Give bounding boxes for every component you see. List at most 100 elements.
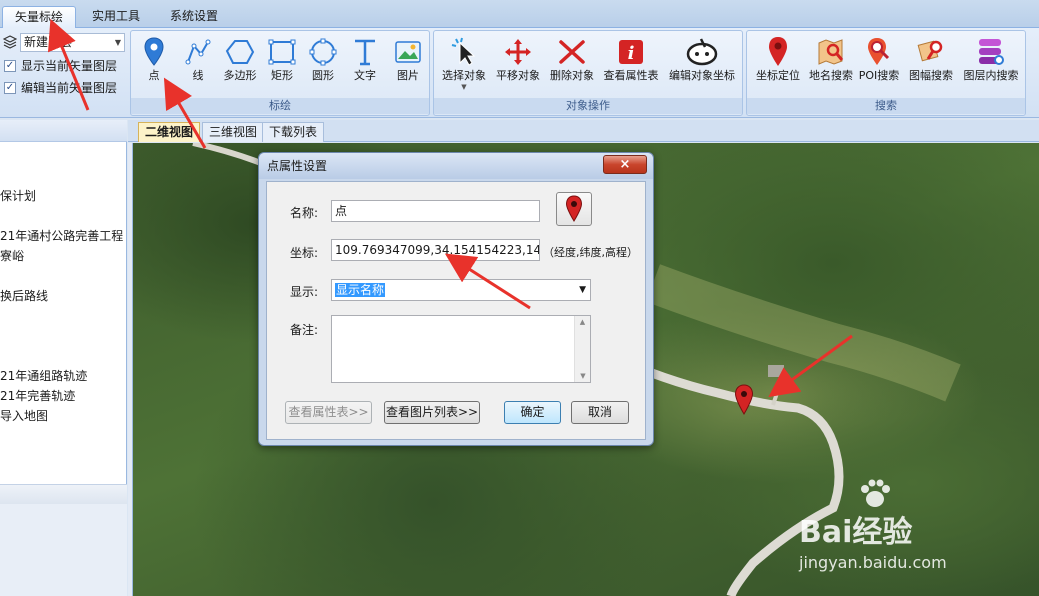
name-label: 名称: [290, 206, 319, 220]
view-attribute-table-button[interactable]: 查看属性表>> [285, 401, 372, 424]
plot-text-button[interactable]: 文字 [349, 35, 381, 83]
dialog-title: 点属性设置 [259, 153, 653, 179]
layer-select-value: 新建图层 [24, 35, 73, 49]
note-scrollbar[interactable]: ▲ ▼ [574, 316, 590, 382]
polygon-icon [225, 40, 255, 64]
tab-download-list[interactable]: 下载列表 [262, 122, 325, 142]
ribbon: 新建图层 ▼ ✓ 显示当前矢量图层 ✓ 编辑当前矢量图层 点 线 多边形 矩形 … [0, 28, 1039, 118]
red-pin-icon [769, 37, 787, 66]
svg-text:i: i [628, 43, 635, 64]
list-item[interactable]: 寮峪 [0, 247, 24, 264]
coord-locate-button[interactable]: 坐标定位 [751, 35, 805, 83]
ok-button[interactable]: 确定 [504, 401, 561, 424]
coord-label: 坐标: [290, 246, 319, 260]
scroll-down-icon[interactable]: ▼ [575, 370, 591, 382]
text-icon [355, 39, 375, 66]
properties-panel [0, 504, 127, 596]
close-button[interactable]: × [603, 155, 647, 174]
edit-object-coords-button[interactable]: 编辑对象坐标 [664, 35, 740, 83]
place-search-button[interactable]: 地名搜索 [805, 35, 857, 83]
map-search-icon [818, 39, 844, 65]
edit-coords-icon [686, 38, 718, 66]
display-select-value: 显示名称 [335, 283, 386, 297]
layer-tree-panel: 保计划 21年通村公路完善工程 寮峪 换后路线 21年通组路轨迹 21年完善轨迹… [0, 120, 127, 596]
red-pin-icon [565, 195, 583, 222]
note-label: 备注: [290, 323, 319, 337]
show-current-layer-checkbox[interactable]: ✓ 显示当前矢量图层 [4, 57, 117, 74]
chevron-down-icon: ▼ [461, 83, 467, 91]
tab-utilities[interactable]: 实用工具 [80, 6, 152, 28]
list-item[interactable]: 导入地图 [0, 407, 48, 424]
plot-group: 点 线 多边形 矩形 圆形 文字 图片 标绘 [130, 30, 430, 116]
map-pin-icon [144, 37, 164, 66]
rectangle-icon [268, 39, 296, 65]
layer-stack-search-icon [979, 39, 1004, 65]
checkbox-checked-icon: ✓ [4, 81, 16, 94]
plot-circle-button[interactable]: 圆形 [307, 35, 339, 83]
baidu-paw-icon [857, 479, 893, 509]
delete-x-icon [559, 40, 585, 64]
coord-hint: （经度,纬度,高程） [543, 246, 638, 259]
poi-search-button[interactable]: POI搜索 [857, 35, 901, 83]
marker-style-button[interactable] [556, 192, 592, 226]
list-item[interactable]: 换后路线 [0, 287, 48, 304]
name-field[interactable]: 点 [331, 200, 540, 222]
chevron-down-icon: ▼ [114, 38, 121, 47]
delete-object-button[interactable]: 删除对象 [546, 35, 598, 83]
watermark-logo: Bai经验 [799, 515, 913, 550]
object-ops-group: 选择对象 ▼ 平移对象 删除对象 i 查看属性表 编辑对象坐标 对象操作 [433, 30, 743, 116]
layer-search-button[interactable]: 图层内搜索 [959, 35, 1023, 83]
tab-system-settings[interactable]: 系统设置 [158, 6, 230, 28]
cancel-button[interactable]: 取消 [571, 401, 629, 424]
view-attribute-table-button[interactable]: i 查看属性表 [600, 35, 662, 83]
circle-icon [309, 38, 337, 66]
point-properties-dialog: 点属性设置 × 名称: 点 坐标: 109.769347099,34.15415… [258, 152, 654, 446]
chevron-down-icon: ▼ [579, 285, 586, 295]
polyline-icon [185, 39, 211, 65]
list-item[interactable]: 21年通组路轨迹 [0, 367, 87, 384]
map-marker-icon[interactable] [734, 384, 754, 419]
checkbox-checked-icon: ✓ [4, 59, 16, 72]
select-object-button[interactable]: 选择对象 ▼ [438, 35, 490, 91]
move-arrows-icon [505, 39, 531, 65]
display-label: 显示: [290, 285, 319, 299]
tab-2d-view[interactable]: 二维视图 [138, 122, 201, 142]
cursor-select-icon [451, 37, 476, 66]
plot-line-button[interactable]: 线 [181, 35, 215, 83]
note-textarea[interactable]: ▲ ▼ [331, 315, 591, 383]
display-select[interactable]: 显示名称 ▼ [331, 279, 591, 301]
list-item[interactable]: 保计划 [0, 187, 36, 204]
layer-tree-header [0, 120, 127, 142]
ribbon-tabbar: 矢量标绘 实用工具 系统设置 [0, 0, 1039, 28]
view-tabbar: 二维视图 三维视图 下载列表 [128, 120, 1039, 142]
view-picture-list-button[interactable]: 查看图片列表>> [384, 401, 480, 424]
layer-select[interactable]: 新建图层 ▼ [20, 33, 125, 52]
image-icon [395, 41, 421, 63]
info-icon: i [619, 40, 643, 64]
list-item[interactable]: 21年通村公路完善工程 [0, 227, 123, 244]
watermark-url: jingyan.baidu.com [799, 553, 947, 572]
plot-image-button[interactable]: 图片 [391, 35, 425, 83]
edit-current-layer-checkbox[interactable]: ✓ 编辑当前矢量图层 [4, 79, 117, 96]
list-item[interactable]: 21年完善轨迹 [0, 387, 75, 404]
poi-search-icon [868, 38, 890, 65]
tab-vector-plot[interactable]: 矢量标绘 [2, 6, 77, 28]
sheet-search-button[interactable]: 图幅搜索 [905, 35, 957, 83]
dialog-body: 名称: 点 坐标: 109.769347099,34.154154223,140… [266, 181, 646, 440]
plot-group-label: 标绘 [131, 98, 429, 114]
scroll-up-icon[interactable]: ▲ [575, 316, 590, 328]
plot-point-button[interactable]: 点 [139, 35, 169, 83]
layer-tree-footer [0, 484, 127, 504]
tab-3d-view[interactable]: 三维视图 [202, 122, 265, 142]
show-current-layer-label: 显示当前矢量图层 [21, 59, 118, 73]
pan-object-button[interactable]: 平移对象 [492, 35, 544, 83]
object-ops-group-label: 对象操作 [434, 98, 742, 114]
baidu-watermark: Bai经验 jingyan.baidu.com [799, 479, 947, 572]
plot-rectangle-button[interactable]: 矩形 [267, 35, 297, 83]
coord-field[interactable]: 109.769347099,34.154154223,1401.741 [331, 239, 540, 261]
search-group: 坐标定位 地名搜索 POI搜索 图幅搜索 图层内搜索 搜索 [746, 30, 1026, 116]
sheet-search-icon [917, 40, 943, 62]
edit-current-layer-label: 编辑当前矢量图层 [21, 81, 118, 95]
plot-polygon-button[interactable]: 多边形 [219, 35, 261, 83]
search-group-label: 搜索 [747, 98, 1025, 114]
